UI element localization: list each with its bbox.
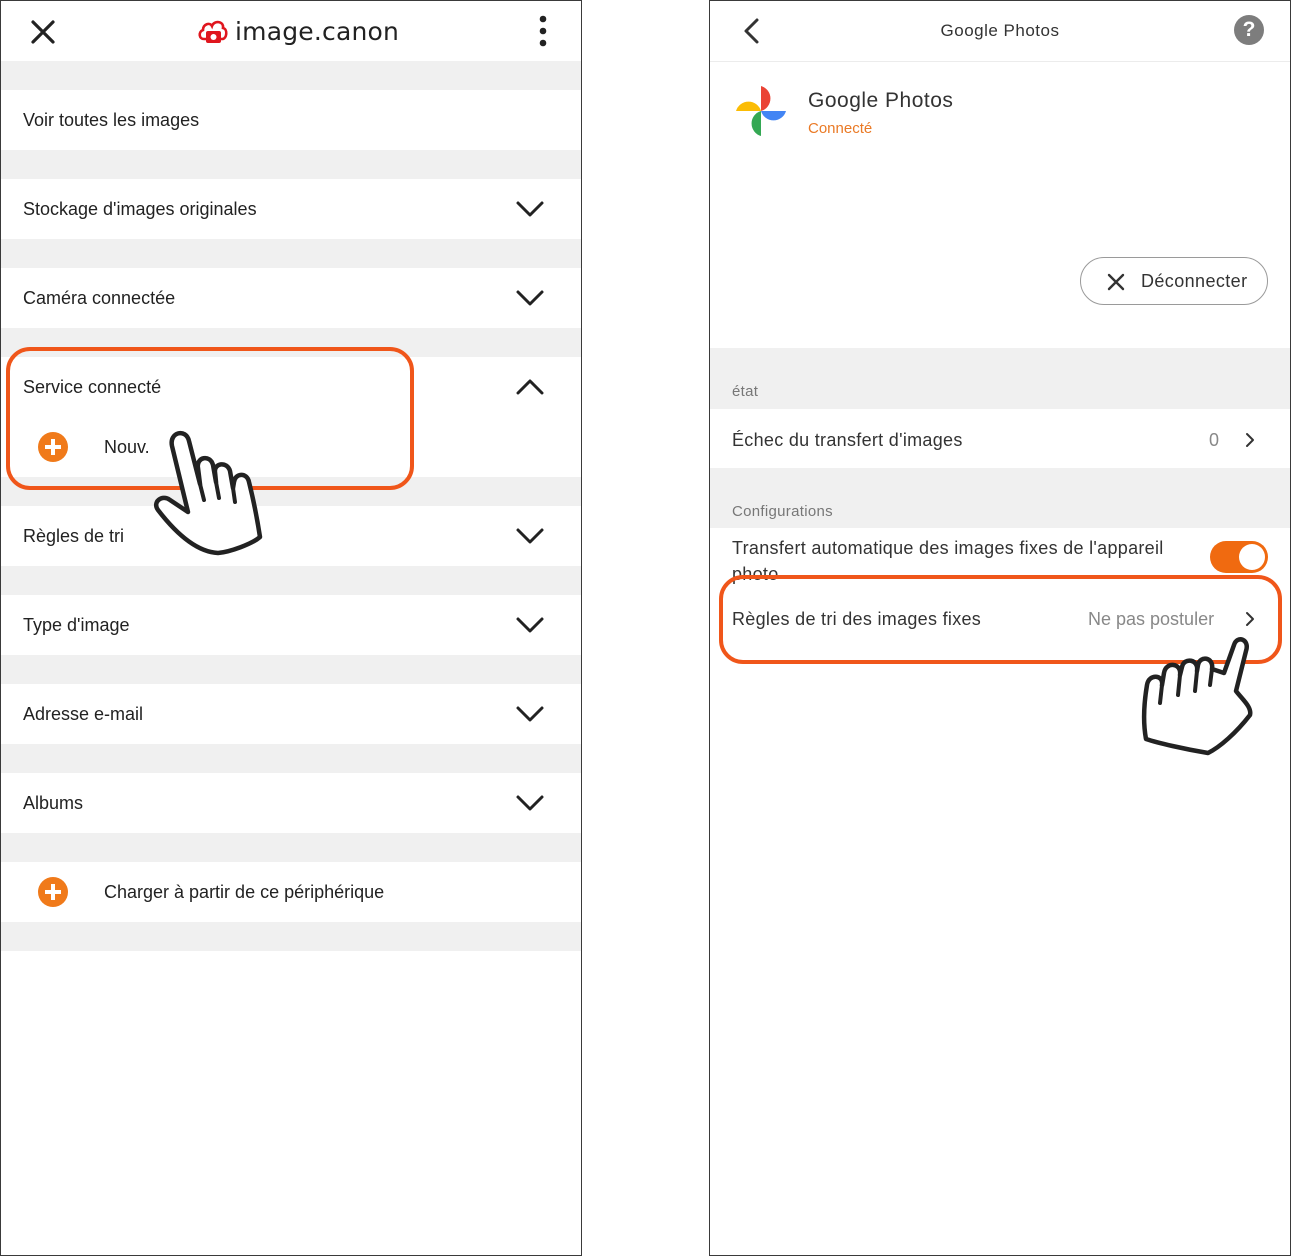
divider bbox=[1, 566, 581, 595]
divider bbox=[1, 655, 581, 684]
chevron-right-icon bbox=[1246, 433, 1254, 447]
menu-connected-service[interactable]: Service connecté bbox=[1, 357, 581, 417]
chevron-down-icon bbox=[516, 617, 544, 633]
close-icon bbox=[1107, 273, 1125, 291]
upload-label: Charger à partir de ce périphérique bbox=[104, 881, 385, 902]
menu-image-type[interactable]: Type d'image bbox=[1, 595, 581, 655]
status-text: Connecté bbox=[808, 120, 873, 137]
section-header-config: Configurations bbox=[710, 468, 1290, 528]
chevron-down-icon bbox=[516, 706, 544, 722]
new-service-label: Nouv. bbox=[104, 436, 150, 457]
brand-name: image.canon bbox=[235, 16, 400, 46]
auto-transfer-row: Transfert automatique des images fixes d… bbox=[710, 528, 1290, 584]
more-options-icon[interactable] bbox=[529, 14, 557, 48]
menu-sort-rules[interactable]: Règles de tri bbox=[1, 506, 581, 566]
section-header-state: état bbox=[710, 348, 1290, 409]
close-icon[interactable] bbox=[29, 18, 57, 46]
transfer-failure-row[interactable]: Échec du transfert d'images 0 bbox=[710, 409, 1290, 468]
chevron-down-icon bbox=[516, 290, 544, 306]
menu-original-storage[interactable]: Stockage d'images originales bbox=[1, 179, 581, 239]
menu-label: Type d'image bbox=[23, 614, 130, 635]
section-label: état bbox=[732, 383, 759, 400]
left-screen: image.canon Voir toutes les images Stock… bbox=[0, 0, 582, 1256]
google-photos-icon bbox=[736, 86, 786, 136]
add-icon bbox=[38, 877, 68, 907]
menu-label: Voir toutes les images bbox=[23, 109, 200, 130]
menu-new-service[interactable]: Nouv. bbox=[1, 417, 581, 477]
menu-label: Caméra connectée bbox=[23, 287, 176, 308]
top-bar: image.canon bbox=[1, 1, 581, 61]
page-title: Google Photos bbox=[940, 21, 1060, 40]
right-screen: Google Photos ? Google Photos Connecté D… bbox=[709, 0, 1291, 1256]
sort-rules-row[interactable]: Règles de tri des images fixes Ne pas po… bbox=[710, 589, 1290, 649]
menu-label: Adresse e-mail bbox=[23, 703, 144, 724]
menu-upload-from-device[interactable]: Charger à partir de ce périphérique bbox=[1, 862, 581, 922]
divider bbox=[1, 328, 581, 357]
chevron-down-icon bbox=[516, 528, 544, 544]
help-icon[interactable]: ? bbox=[1234, 15, 1264, 45]
section-label: Configurations bbox=[732, 503, 833, 520]
divider bbox=[1, 744, 581, 773]
menu-label: Albums bbox=[23, 792, 84, 813]
row-label: Règles de tri des images fixes bbox=[732, 609, 982, 629]
chevron-down-icon bbox=[516, 795, 544, 811]
menu-label: Service connecté bbox=[23, 376, 162, 397]
divider bbox=[1, 922, 581, 951]
chevron-right-icon bbox=[1246, 612, 1254, 626]
chevron-up-icon bbox=[516, 379, 544, 395]
service-name: Google Photos bbox=[808, 89, 954, 112]
chevron-down-icon bbox=[516, 201, 544, 217]
auto-transfer-toggle[interactable] bbox=[1210, 541, 1268, 573]
menu-albums[interactable]: Albums bbox=[1, 773, 581, 833]
row-label: Échec du transfert d'images bbox=[732, 430, 963, 450]
divider bbox=[1, 61, 581, 90]
divider bbox=[1, 833, 581, 862]
menu-label: Stockage d'images originales bbox=[23, 198, 257, 219]
divider bbox=[1, 477, 581, 506]
menu-connected-camera[interactable]: Caméra connectée bbox=[1, 268, 581, 328]
add-icon bbox=[38, 432, 68, 462]
menu-email-address[interactable]: Adresse e-mail bbox=[1, 684, 581, 744]
row-value: Ne pas postuler bbox=[1088, 609, 1215, 629]
menu-label: Règles de tri bbox=[23, 525, 125, 546]
disconnect-button[interactable]: Déconnecter bbox=[1080, 257, 1268, 305]
disconnect-label: Déconnecter bbox=[1141, 271, 1248, 291]
menu-view-all-images[interactable]: Voir toutes les images bbox=[1, 90, 581, 150]
top-bar: Google Photos ? bbox=[710, 1, 1290, 62]
toggle-knob bbox=[1239, 544, 1265, 570]
cloud-camera-icon bbox=[198, 20, 228, 43]
brand-logo: image.canon bbox=[197, 13, 399, 49]
divider bbox=[1, 239, 581, 268]
row-value: 0 bbox=[1209, 430, 1220, 450]
row-label: Transfert automatique des images fixes d… bbox=[732, 538, 1164, 584]
divider bbox=[1, 150, 581, 179]
